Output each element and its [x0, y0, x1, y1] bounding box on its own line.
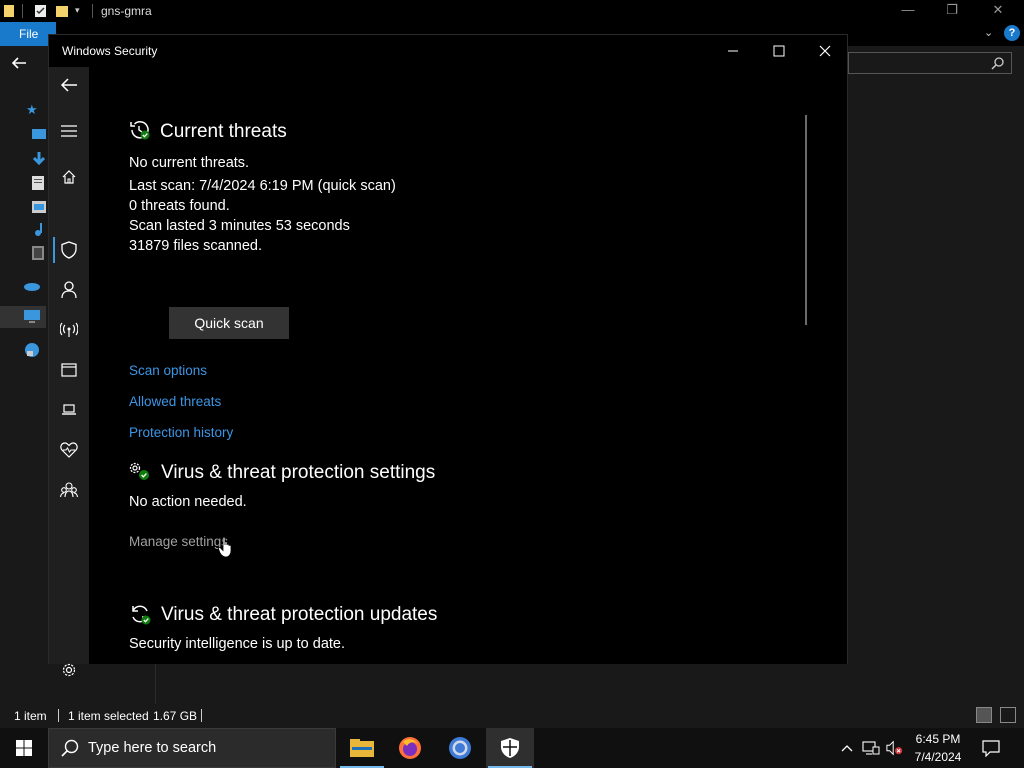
allowed-threats-link[interactable]: Allowed threats [129, 394, 221, 409]
protection-updates-refresh-icon [129, 603, 151, 625]
taskbar-chrome[interactable] [436, 728, 484, 768]
back-arrow-icon[interactable] [10, 54, 30, 74]
large-icons-view-icon[interactable] [1000, 707, 1016, 723]
explorer-status-bar: 1 item 1 item selected 1.67 GB [0, 704, 1024, 728]
clock-date[interactable]: 7/4/2024 [900, 750, 976, 764]
files-scanned-text: 31879 files scanned. [129, 238, 263, 254]
search-icon [61, 739, 79, 762]
explorer-close-button[interactable]: ✕ [988, 2, 1008, 18]
explorer-titlebar: ▾ gns-gmra — ❐ ✕ [0, 0, 1024, 22]
security-nav-pane [49, 67, 89, 677]
protection-settings-gears-icon [129, 461, 151, 483]
network-icon[interactable] [24, 342, 39, 357]
last-scan-text: Last scan: 7/4/2024 6:19 PM (quick scan) [129, 178, 396, 194]
protection-updates-status: Security intelligence is up to date. [129, 636, 346, 652]
device-security-laptop-icon[interactable] [49, 392, 89, 428]
content-scrollbar[interactable] [805, 115, 807, 325]
notification-center-icon[interactable] [982, 738, 1000, 758]
explorer-restore-button[interactable]: ❐ [942, 2, 962, 18]
security-content-pane: Current threats No current threats. Last… [89, 67, 847, 664]
this-pc-icon[interactable] [24, 310, 40, 324]
help-icon[interactable]: ? [1004, 25, 1020, 41]
close-button[interactable] [802, 35, 848, 67]
current-threats-history-icon [129, 119, 151, 141]
minimize-button[interactable] [710, 35, 756, 67]
pictures-icon[interactable] [32, 200, 46, 214]
new-folder-icon[interactable] [56, 4, 68, 18]
firefox-icon [399, 737, 421, 759]
maximize-button[interactable] [756, 35, 802, 67]
folder-icon [4, 4, 16, 18]
protection-updates-heading: Virus & threat protection updates [161, 604, 438, 625]
file-explorer-icon [350, 739, 374, 757]
taskbar-file-explorer[interactable] [338, 728, 386, 768]
ribbon-expand-icon[interactable]: ⌄ [984, 26, 993, 39]
protection-history-link[interactable]: Protection history [129, 425, 233, 440]
virus-protection-shield-icon[interactable] [49, 232, 89, 268]
search-placeholder: Type here to search [88, 740, 217, 756]
show-hidden-icons-chevron-icon[interactable] [838, 738, 856, 758]
hamburger-menu-icon[interactable] [49, 113, 89, 149]
windows-logo-icon [16, 740, 32, 756]
documents-icon[interactable] [32, 176, 46, 190]
item-count: 1 item [14, 709, 47, 723]
quick-scan-button[interactable]: Quick scan [169, 307, 289, 339]
firewall-network-icon[interactable] [49, 312, 89, 348]
current-threats-heading: Current threats [160, 121, 287, 142]
taskbar-windows-security[interactable] [486, 728, 534, 768]
onedrive-icon[interactable] [24, 278, 40, 292]
protection-settings-heading: Virus & threat protection settings [161, 462, 436, 483]
music-icon[interactable] [32, 222, 46, 236]
selected-size: 1.67 GB [153, 709, 198, 723]
scan-options-link[interactable]: Scan options [129, 363, 207, 378]
windows-security-window: Windows Security Current threats No curr… [48, 34, 848, 677]
protection-settings-status: No action needed. [129, 494, 247, 510]
explorer-minimize-button[interactable]: — [898, 2, 918, 17]
quick-access-star-icon[interactable]: ★ [26, 102, 40, 117]
manage-settings-link[interactable]: Manage settings [129, 534, 228, 549]
windows-security-shield-icon [501, 738, 519, 758]
properties-icon[interactable] [34, 4, 46, 18]
chrome-icon [449, 737, 471, 759]
hand-cursor-icon [218, 536, 234, 563]
desktop-icon[interactable] [32, 128, 46, 142]
app-browser-control-icon[interactable] [49, 352, 89, 388]
family-options-icon[interactable] [49, 472, 89, 508]
scan-duration-text: Scan lasted 3 minutes 53 seconds [129, 218, 350, 234]
start-button[interactable] [0, 728, 48, 768]
back-button[interactable] [49, 67, 89, 103]
home-icon[interactable] [49, 159, 89, 195]
threats-found-text: 0 threats found. [129, 198, 230, 214]
details-view-icon[interactable] [976, 707, 992, 723]
security-titlebar: Windows Security [49, 35, 847, 67]
settings-gear-icon[interactable] [49, 652, 89, 688]
device-performance-heart-icon[interactable] [49, 432, 89, 468]
explorer-search-box[interactable] [848, 52, 1012, 74]
security-window-title: Windows Security [62, 44, 158, 58]
no-threats-text: No current threats. [129, 155, 250, 171]
videos-icon[interactable] [32, 246, 46, 260]
explorer-title: gns-gmra [101, 4, 152, 18]
account-protection-person-icon[interactable] [49, 272, 89, 308]
downloads-icon[interactable] [32, 152, 46, 166]
clock-time[interactable]: 6:45 PM [900, 732, 976, 746]
taskbar-firefox[interactable] [386, 728, 434, 768]
search-icon [991, 56, 1005, 75]
customize-toolbar-icon[interactable]: ▾ [75, 5, 87, 19]
network-status-icon[interactable] [862, 738, 880, 758]
selected-count: 1 item selected [68, 709, 149, 723]
